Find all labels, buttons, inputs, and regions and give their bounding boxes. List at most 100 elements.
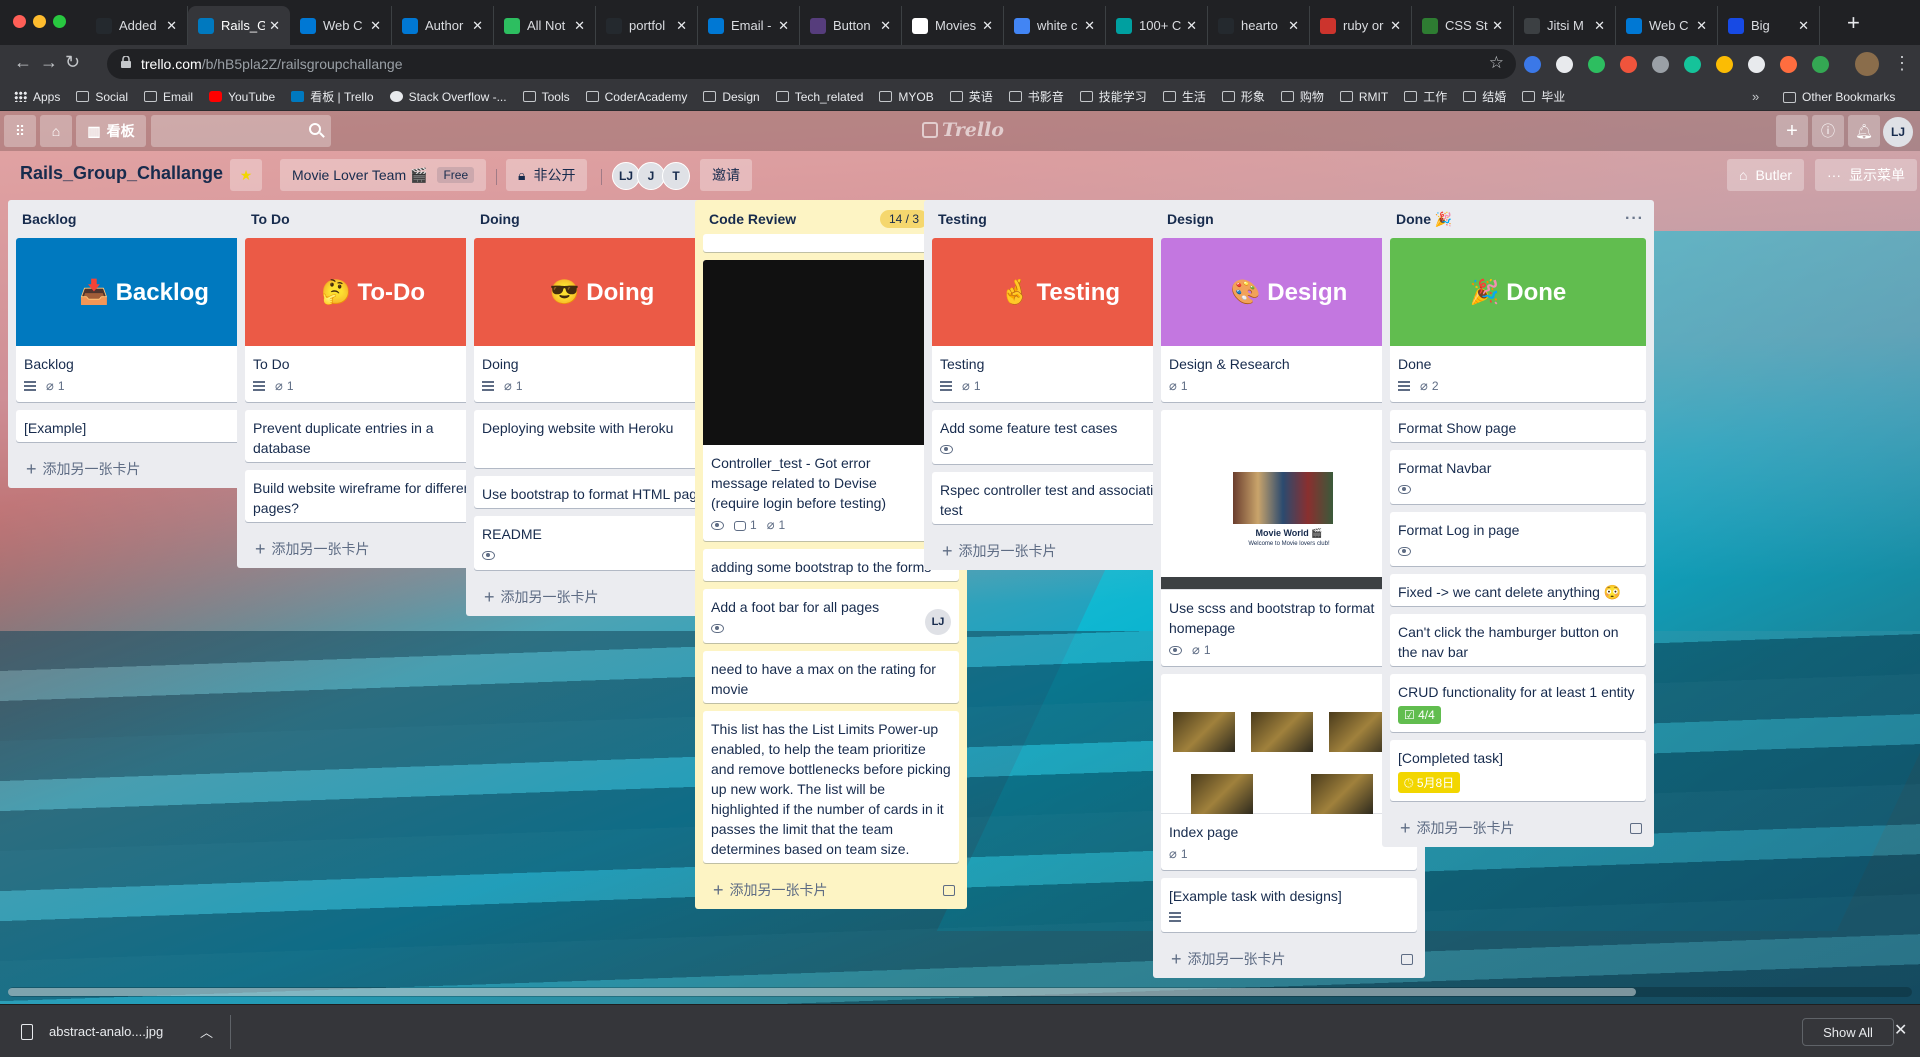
bookmark-item[interactable]: RMIT	[1339, 90, 1388, 104]
new-tab-button[interactable]: +	[1847, 10, 1860, 36]
card[interactable]: READMELJ	[474, 516, 730, 570]
card[interactable]: Controller_test - Got error message rela…	[703, 260, 959, 541]
card[interactable]: Format Log in page	[1390, 512, 1646, 566]
card[interactable]: Rspec controller test and association te…	[932, 472, 1188, 524]
close-tab-icon[interactable]: ✕	[370, 18, 381, 34]
chevron-up-icon[interactable]: ︿	[200, 1022, 213, 1041]
browser-tab[interactable]: Big ✕	[1718, 6, 1820, 45]
close-icon[interactable]: ✕	[1894, 1020, 1907, 1040]
info-icon[interactable]: ⓘ	[1812, 115, 1844, 147]
list-menu-icon[interactable]: ···	[1625, 210, 1644, 228]
card[interactable]: Fixed -> we cant delete anything 😳	[1390, 574, 1646, 606]
close-tab-icon[interactable]: ✕	[1798, 18, 1809, 34]
forward-button[interactable]: →	[40, 52, 58, 73]
card-member-avatar[interactable]: LJ	[925, 609, 951, 635]
close-tab-icon[interactable]: ✕	[574, 18, 585, 34]
search-input[interactable]	[151, 115, 331, 147]
bookmark-item[interactable]: MYOB	[879, 90, 934, 104]
board-member-avatar[interactable]: J	[637, 162, 665, 190]
visibility-button[interactable]: 🔒︎ 非公开	[506, 159, 588, 191]
bookmark-item[interactable]: 技能学习	[1079, 88, 1147, 105]
browser-menu-icon[interactable]: ⋮	[1893, 53, 1911, 74]
bookmark-item[interactable]: Apps	[14, 90, 60, 104]
bookmark-item[interactable]: 看板 | Trello	[291, 88, 374, 105]
home-icon[interactable]: ⌂	[40, 115, 72, 147]
card[interactable]: 🎉 Done Done ⌀ 2	[1390, 238, 1646, 402]
extension-icon[interactable]	[1556, 56, 1573, 73]
pinterest-extension-icon[interactable]	[1748, 56, 1765, 73]
card[interactable]: 🤔 To-Do To Do ⌀ 1	[245, 238, 501, 402]
bookmark-item[interactable]: 形象	[1221, 88, 1265, 105]
show-menu-button[interactable]: ··· 显示菜单	[1815, 159, 1917, 191]
bookmark-item[interactable]: YouTube	[209, 90, 275, 104]
boards-button[interactable]: ▥ 看板	[76, 115, 146, 147]
show-all-button[interactable]: Show All	[1802, 1018, 1894, 1046]
member-avatar[interactable]: LJ	[1883, 117, 1913, 147]
card-template-icon[interactable]	[1401, 953, 1413, 965]
browser-tab[interactable]: Web C ✕	[290, 6, 392, 45]
invite-button[interactable]: 邀请	[700, 159, 752, 191]
team-button[interactable]: Movie Lover Team 🎬 Free	[280, 159, 487, 191]
card[interactable]: This list has the List Limits Power-up e…	[703, 711, 959, 863]
card[interactable]: 📥 Backlog Backlog ⌀ 1	[16, 238, 272, 402]
close-tab-icon[interactable]: ✕	[1390, 18, 1401, 34]
close-tab-icon[interactable]: ✕	[1084, 18, 1095, 34]
card[interactable]: 😎 Doing Doing ⌀ 1	[474, 238, 730, 402]
bookmark-star-icon[interactable]: ☆	[1489, 53, 1504, 73]
trello-logo[interactable]: Trello	[922, 119, 1004, 141]
download-filename[interactable]: abstract-analo....jpg	[49, 1024, 163, 1039]
other-bookmarks-button[interactable]: Other Bookmarks	[1783, 90, 1895, 104]
butler-button[interactable]: ⌂ Butler	[1727, 159, 1805, 191]
minimize-window-button[interactable]	[33, 15, 46, 28]
bookmark-item[interactable]: 生活	[1162, 88, 1206, 105]
card[interactable]: Build website wireframe for different pa…	[245, 470, 501, 522]
browser-tab[interactable]: white c ✕	[1004, 6, 1106, 45]
create-button[interactable]: +	[1776, 115, 1808, 147]
card[interactable]: Index page ⌀ 1	[1161, 674, 1417, 870]
list-title[interactable]: Doing	[480, 211, 709, 227]
card-template-icon[interactable]	[1630, 822, 1642, 834]
list-title[interactable]: Backlog	[22, 211, 251, 227]
browser-tab[interactable]: Movies ✕	[902, 6, 1004, 45]
card[interactable]: Format Navbar	[1390, 450, 1646, 504]
card[interactable]: [Example task with designs]	[1161, 878, 1417, 932]
card[interactable]: Movie World 🎬 Welcome to Movie lovers clu…	[1161, 410, 1417, 666]
bookmark-item[interactable]: Email	[144, 90, 193, 104]
browser-tab[interactable]: Added ✕	[86, 6, 188, 45]
browser-tab[interactable]: hearto ✕	[1208, 6, 1310, 45]
card[interactable]: [Example]	[16, 410, 272, 442]
close-tab-icon[interactable]: ✕	[676, 18, 687, 34]
profile-avatar[interactable]	[1855, 52, 1879, 76]
browser-tab[interactable]: Jitsi M ✕	[1514, 6, 1616, 45]
list-header[interactable]: Done 🎉 ···	[1382, 200, 1654, 238]
browser-tab[interactable]: 100+ C ✕	[1106, 6, 1208, 45]
card[interactable]: need to have a max on the rating for mov…	[703, 651, 959, 703]
browser-tab[interactable]: Button ✕	[800, 6, 902, 45]
add-card-button[interactable]: + 添加另一张卡片	[695, 871, 967, 909]
apps-grid-icon[interactable]: ⠿	[4, 115, 36, 147]
drive-extension-icon[interactable]	[1716, 56, 1733, 73]
bookmark-item[interactable]: 购物	[1280, 88, 1324, 105]
card[interactable]: Deploying website with HerokuJ	[474, 410, 730, 468]
list-title[interactable]: Done 🎉	[1396, 211, 1625, 228]
close-tab-icon[interactable]: ✕	[472, 18, 483, 34]
address-bar[interactable]: trello.com/b/hB5pla2Z/railsgroupchallang…	[107, 49, 1516, 79]
card[interactable]: Use bootstrap to format HTML pages	[474, 476, 730, 508]
list-title[interactable]: To Do	[251, 211, 480, 227]
close-tab-icon[interactable]: ✕	[269, 18, 280, 34]
card[interactable]: 🎨 Design Design & Research ⌀ 1	[1161, 238, 1417, 402]
board-member-avatar[interactable]: T	[662, 162, 690, 190]
card[interactable]: Format Show page	[1390, 410, 1646, 442]
close-tab-icon[interactable]: ✕	[166, 18, 177, 34]
extension-icon[interactable]	[1812, 56, 1829, 73]
browser-tab[interactable]: ruby or ✕	[1310, 6, 1412, 45]
browser-tab[interactable]: Email - ✕	[698, 6, 800, 45]
bookmark-item[interactable]: Social	[76, 90, 128, 104]
card[interactable]: Add some feature test casesLJ	[932, 410, 1188, 464]
bookmark-item[interactable]: 书影音	[1008, 88, 1064, 105]
bookmark-item[interactable]: CoderAcademy	[585, 90, 687, 104]
star-board-icon[interactable]: ★	[230, 159, 262, 191]
card[interactable]: 🤞 Testing Testing ⌀ 1	[932, 238, 1188, 402]
board-horizontal-scrollbar[interactable]	[8, 987, 1912, 997]
card[interactable]: [Completed task] 🕓︎ 5月8日	[1390, 740, 1646, 801]
